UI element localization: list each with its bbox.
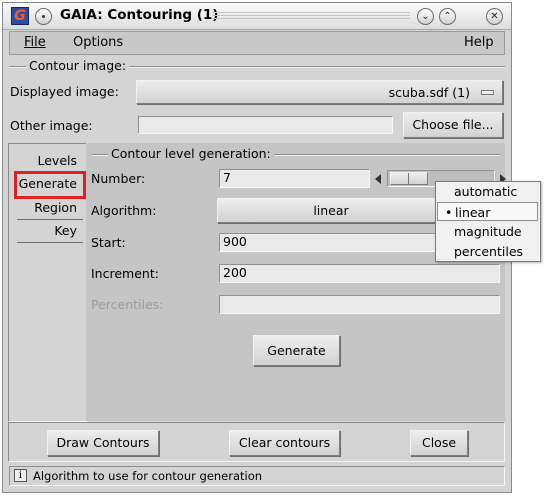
bullet-icon: • <box>445 205 453 220</box>
algorithm-option-linear-label: linear <box>455 205 491 220</box>
window-menu-button[interactable] <box>35 8 52 25</box>
close-icon: ✕ <box>490 11 499 22</box>
contour-image-group-label: Contour image: <box>26 59 130 73</box>
algorithm-label: Algorithm: <box>91 203 157 218</box>
algorithm-select[interactable]: linear <box>217 198 445 223</box>
percentiles-label: Percentiles: <box>91 297 164 312</box>
minimize-button[interactable]: ⌄ <box>417 8 434 25</box>
chevron-down-icon: ⌄ <box>421 11 430 22</box>
algorithm-option-magnitude[interactable]: magnitude <box>437 222 538 241</box>
close-button[interactable]: Close <box>410 430 468 456</box>
number-label: Number: <box>91 171 146 186</box>
displayed-image-select[interactable]: scuba.sdf (1) <box>136 80 503 104</box>
window-title: GAIA: Contouring (1) <box>60 7 219 23</box>
title-grip <box>212 12 410 19</box>
menu-file[interactable]: File <box>24 32 46 54</box>
other-image-label: Other image: <box>10 118 93 133</box>
clear-contours-button[interactable]: Clear contours <box>229 430 340 456</box>
tab-levels[interactable]: Levels <box>17 150 83 173</box>
draw-contours-button[interactable]: Draw Contours <box>47 430 159 456</box>
status-text: Algorithm to use for contour generation <box>33 469 263 483</box>
number-slider-handle[interactable] <box>390 172 428 185</box>
algorithm-option-linear[interactable]: • linear <box>437 202 538 221</box>
menu-options[interactable]: Options <box>73 32 123 54</box>
maximize-button[interactable]: ⌃ <box>439 8 456 25</box>
generate-button[interactable]: Generate <box>253 335 340 366</box>
algorithm-option-automatic[interactable]: automatic <box>437 182 538 201</box>
info-icon: i <box>14 469 27 482</box>
slider-grip <box>408 173 409 184</box>
start-label: Start: <box>91 235 126 250</box>
start-input[interactable]: 900 <box>219 233 437 252</box>
generation-group-label: Contour level generation: <box>108 147 274 161</box>
number-input[interactable]: 7 <box>219 169 370 188</box>
close-window-button[interactable]: ✕ <box>486 8 503 25</box>
algorithm-option-percentiles[interactable]: percentiles <box>437 242 538 261</box>
increment-input[interactable]: 200 <box>219 264 500 283</box>
displayed-image-label: Displayed image: <box>10 84 119 99</box>
menu-help[interactable]: Help <box>464 32 494 54</box>
option-menu-indicator-icon <box>481 90 494 95</box>
choose-file-button[interactable]: Choose file... <box>403 112 503 138</box>
percentiles-input[interactable] <box>219 295 500 314</box>
gaia-app-icon[interactable]: G <box>11 7 29 25</box>
chevron-up-icon: ⌃ <box>443 11 452 22</box>
selection-highlight <box>14 171 86 199</box>
tab-region[interactable]: Region <box>17 197 83 220</box>
increment-label: Increment: <box>91 266 159 281</box>
tab-key[interactable]: Key <box>17 220 83 243</box>
dot-icon <box>42 14 45 18</box>
scale-left-arrow-icon[interactable] <box>375 174 381 184</box>
displayed-image-value: scuba.sdf (1) <box>388 85 470 100</box>
other-image-input[interactable] <box>138 116 393 134</box>
